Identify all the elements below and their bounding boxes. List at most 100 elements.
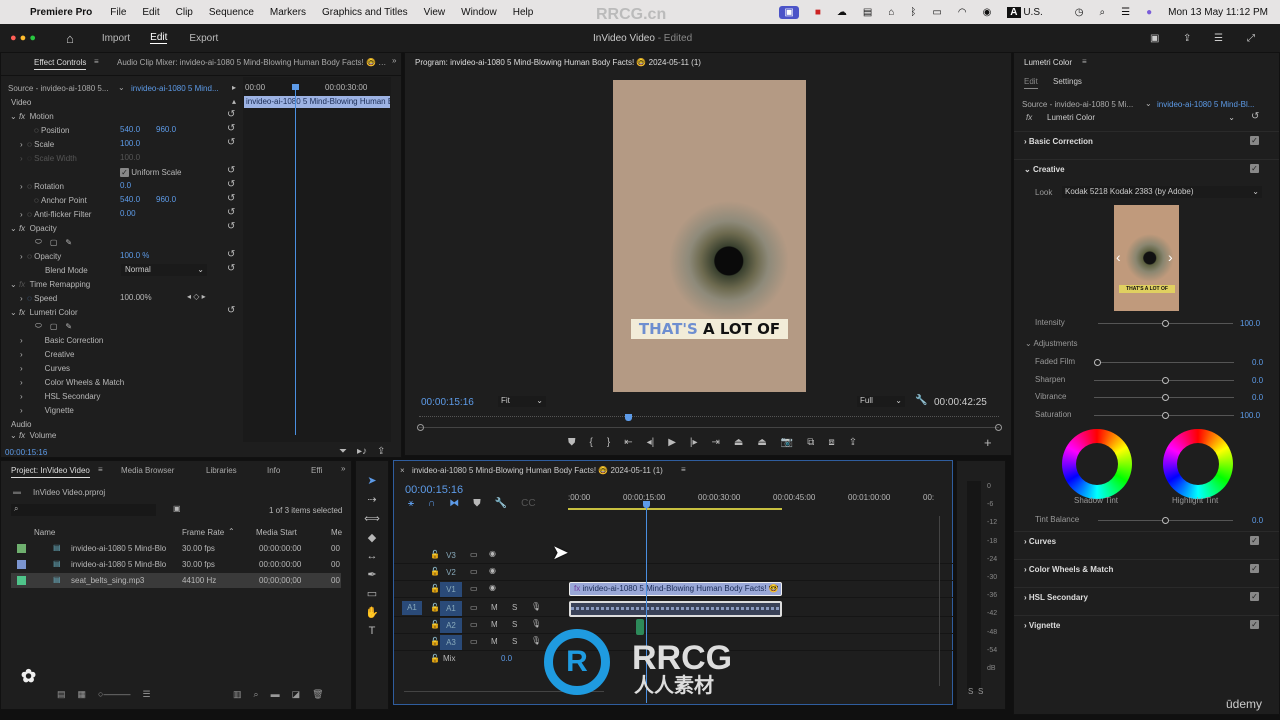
work-area-bar[interactable] [568, 508, 782, 510]
panel-menu-icon[interactable]: ≡ [1082, 57, 1087, 66]
fx-icon[interactable]: fx [19, 431, 25, 439]
voiceover-mic-icon[interactable]: 🎙 [531, 636, 541, 645]
close-sequence-icon[interactable]: × [400, 466, 405, 475]
clip-selector[interactable]: invideo-ai-1080 5 Mind... [131, 84, 219, 93]
captions-icon[interactable]: CC [521, 498, 535, 509]
column-media-start[interactable]: Media Start [256, 528, 297, 537]
add-marker-icon[interactable]: ⛊ [568, 437, 576, 448]
nest-toggle-icon[interactable]: ⚹ [408, 498, 414, 509]
lock-icon[interactable]: 🔓 [430, 550, 440, 559]
reset-icon[interactable]: ↺ [227, 249, 235, 260]
expand-icon[interactable]: ⌄ [10, 280, 17, 289]
step-forward-icon[interactable]: |▸ [690, 437, 698, 448]
expand-icon[interactable]: › [20, 336, 23, 345]
panel-menu-icon[interactable]: ≡ [681, 465, 686, 474]
sync-lock-icon[interactable]: ▭ [470, 567, 478, 576]
position-x[interactable]: 540.0 [120, 125, 140, 134]
lock-icon[interactable]: 🔓 [430, 567, 440, 576]
pen-mask-icon[interactable]: ✎ [65, 322, 72, 331]
tab-effect-controls[interactable]: Effect Controls [34, 58, 87, 70]
position-y[interactable]: 960.0 [156, 125, 176, 134]
adjustments-label[interactable]: Adjustments [1033, 339, 1077, 348]
expand-icon[interactable]: › [20, 406, 23, 415]
snap-icon[interactable]: ∩ [428, 498, 435, 509]
source-selector[interactable]: Source - invideo-ai-1080 5... [8, 84, 109, 93]
lumetri-color-wheels[interactable]: Color Wheels & Match [45, 378, 125, 387]
zoom-slider[interactable]: ○——— [98, 689, 130, 700]
bluetooth-icon[interactable]: ᛒ [910, 7, 916, 18]
lumetri-source[interactable]: Source - invideo-ai-1080 5 Mi... [1022, 100, 1133, 109]
section-title[interactable]: Vignette [1029, 621, 1060, 630]
sync-lock-icon[interactable]: ▭ [470, 550, 478, 559]
find-bin-icon[interactable]: ▣ [173, 504, 181, 513]
pen-tool-icon[interactable]: ✒ [367, 568, 376, 581]
menu-window[interactable]: Window [461, 7, 497, 18]
timeline-playhead-handle[interactable] [643, 501, 650, 508]
spotlight-icon[interactable]: ⌕ [1100, 7, 1106, 18]
fullscreen-icon[interactable]: ⤢ [1247, 33, 1255, 44]
expand-icon[interactable]: › [20, 210, 23, 219]
tab-audio-clip-mixer[interactable]: Audio Clip Mixer: invideo-ai-1080 5 Mind… [117, 58, 387, 67]
track-v3[interactable]: 🔓 V3 ▭ ◉ [394, 547, 954, 564]
track-v2[interactable]: 🔓 V2 ▭ ◉ [394, 564, 954, 581]
close-window-icon[interactable]: ● [10, 32, 17, 44]
share-icon[interactable]: ⇪ [849, 437, 857, 448]
opacity-value[interactable]: 100.0 % [120, 251, 149, 260]
automate-to-sequence-icon[interactable]: ▥ [233, 689, 242, 700]
add-marker-icon[interactable]: ⛊ [473, 498, 481, 509]
lumetri-vignette[interactable]: Vignette [45, 406, 74, 415]
control-center-icon[interactable]: ☰ [1121, 7, 1130, 18]
clear-icon[interactable]: 🗑 [312, 689, 323, 700]
anchor-x[interactable]: 540.0 [120, 195, 140, 204]
quick-export-icon[interactable]: ▣ [1150, 33, 1159, 44]
intensity-slider[interactable] [1098, 320, 1233, 327]
adjust-slider[interactable] [1094, 394, 1234, 401]
menu-markers[interactable]: Markers [270, 7, 306, 18]
eye-icon[interactable]: ◉ [489, 566, 496, 575]
reset-icon[interactable]: ↺ [227, 179, 235, 190]
reset-icon[interactable]: ↺ [227, 221, 235, 232]
section-enable-checkbox[interactable]: ✓ [1250, 536, 1259, 545]
tint-balance-value[interactable]: 0.0 [1252, 516, 1263, 525]
playhead-handle[interactable] [292, 84, 299, 90]
time-machine-icon[interactable]: ◷ [1075, 7, 1084, 18]
column-more[interactable]: Me [331, 528, 342, 537]
recording-icon[interactable]: ■ [815, 7, 821, 18]
video-frame[interactable]: THAT'S A LOT OF [613, 80, 806, 392]
section-enable-checkbox[interactable]: ✓ [1250, 592, 1259, 601]
reset-icon[interactable]: ↺ [1251, 111, 1259, 122]
label-color-swatch[interactable] [17, 576, 26, 585]
effect-dropdown[interactable]: Lumetri Color ⌄ [1044, 112, 1238, 124]
lumetri-curves[interactable]: Curves [45, 364, 70, 373]
effect-timecode[interactable]: 00:00:15:16 [5, 448, 47, 457]
menu-file[interactable]: File [110, 7, 126, 18]
playhead[interactable] [295, 85, 296, 435]
rectangle-mask-icon[interactable]: ▢ [50, 322, 58, 331]
stopwatch-icon[interactable]: ◌ [27, 294, 32, 303]
step-back-icon[interactable]: ◂| [647, 437, 655, 448]
voiceover-mic-icon[interactable]: 🎙 [531, 602, 541, 611]
eye-icon[interactable]: ◉ [489, 549, 496, 558]
chevron-right-icon[interactable]: › [1024, 621, 1027, 630]
sequence-tab[interactable]: invideo-ai-1080 5 Mind-Blowing Human Bod… [412, 466, 663, 475]
tab-media-browser[interactable]: Media Browser [121, 466, 174, 475]
mute-button[interactable]: M [491, 620, 498, 629]
solo-button[interactable]: S [512, 620, 517, 629]
column-name[interactable]: Name [34, 528, 55, 537]
chevron-right-icon[interactable]: › [1024, 137, 1027, 146]
track-target[interactable]: V1 [440, 582, 462, 597]
new-item-icon[interactable]: ◪ [292, 689, 301, 700]
zoom-window-icon[interactable]: ● [29, 32, 36, 44]
ellipse-mask-icon[interactable]: ⬭ [35, 237, 42, 247]
vertical-scrollbar[interactable] [939, 516, 940, 686]
tab-project[interactable]: Project: InVideo Video [11, 466, 90, 478]
section-title[interactable]: Creative [1033, 165, 1065, 174]
column-frame-rate[interactable]: Frame Rate [182, 528, 224, 537]
find-icon[interactable]: ⌕ [254, 689, 259, 700]
expand-icon[interactable]: › [20, 392, 23, 401]
input-source-icon[interactable]: A [1007, 6, 1021, 18]
workspace-import[interactable]: Import [102, 33, 130, 44]
expand-icon[interactable]: › [20, 364, 23, 373]
shadow-tint-wheel[interactable] [1062, 429, 1132, 499]
project-item-row[interactable]: ▤ seat_belts_sing.mp3 44100 Hz 00;00;00;… [11, 573, 341, 588]
